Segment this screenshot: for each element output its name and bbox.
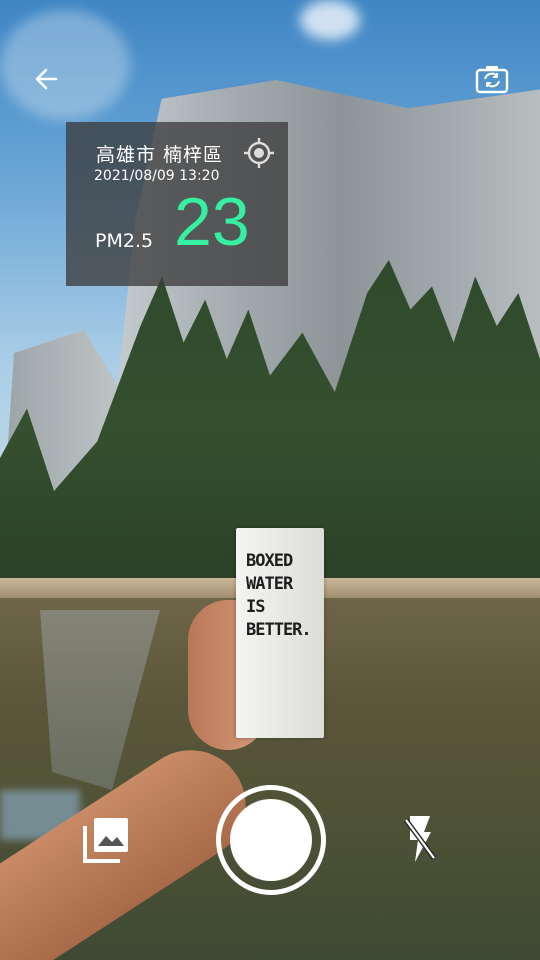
flash-toggle-button[interactable] [402,812,438,866]
locate-button[interactable] [242,136,276,170]
carton-label: BOXED WATER IS BETTER. [246,550,322,642]
gallery-icon [83,818,128,863]
air-quality-panel: 高雄市 楠梓區 2021/08/09 13:20 PM2.5 23 [66,122,288,286]
carton-line: IS [246,597,265,617]
metric-value: 23 [174,184,250,260]
crosshair-location-icon [244,138,274,168]
metric-label: PM2.5 [95,230,154,252]
switch-camera-button[interactable] [474,62,510,96]
gallery-button[interactable] [82,816,130,864]
location-label: 高雄市 楠梓區 [96,144,224,166]
shutter-button[interactable] [216,785,326,895]
back-button[interactable] [30,62,66,96]
arrow-left-icon [35,68,58,90]
carton-line: BOXED [246,551,293,571]
carton-line: BETTER. [246,620,312,640]
camera-switch-icon [475,66,509,94]
flash-off-icon [403,816,437,862]
shutter-inner [230,799,312,881]
carton-line: WATER [246,574,293,594]
cloud [300,0,360,40]
